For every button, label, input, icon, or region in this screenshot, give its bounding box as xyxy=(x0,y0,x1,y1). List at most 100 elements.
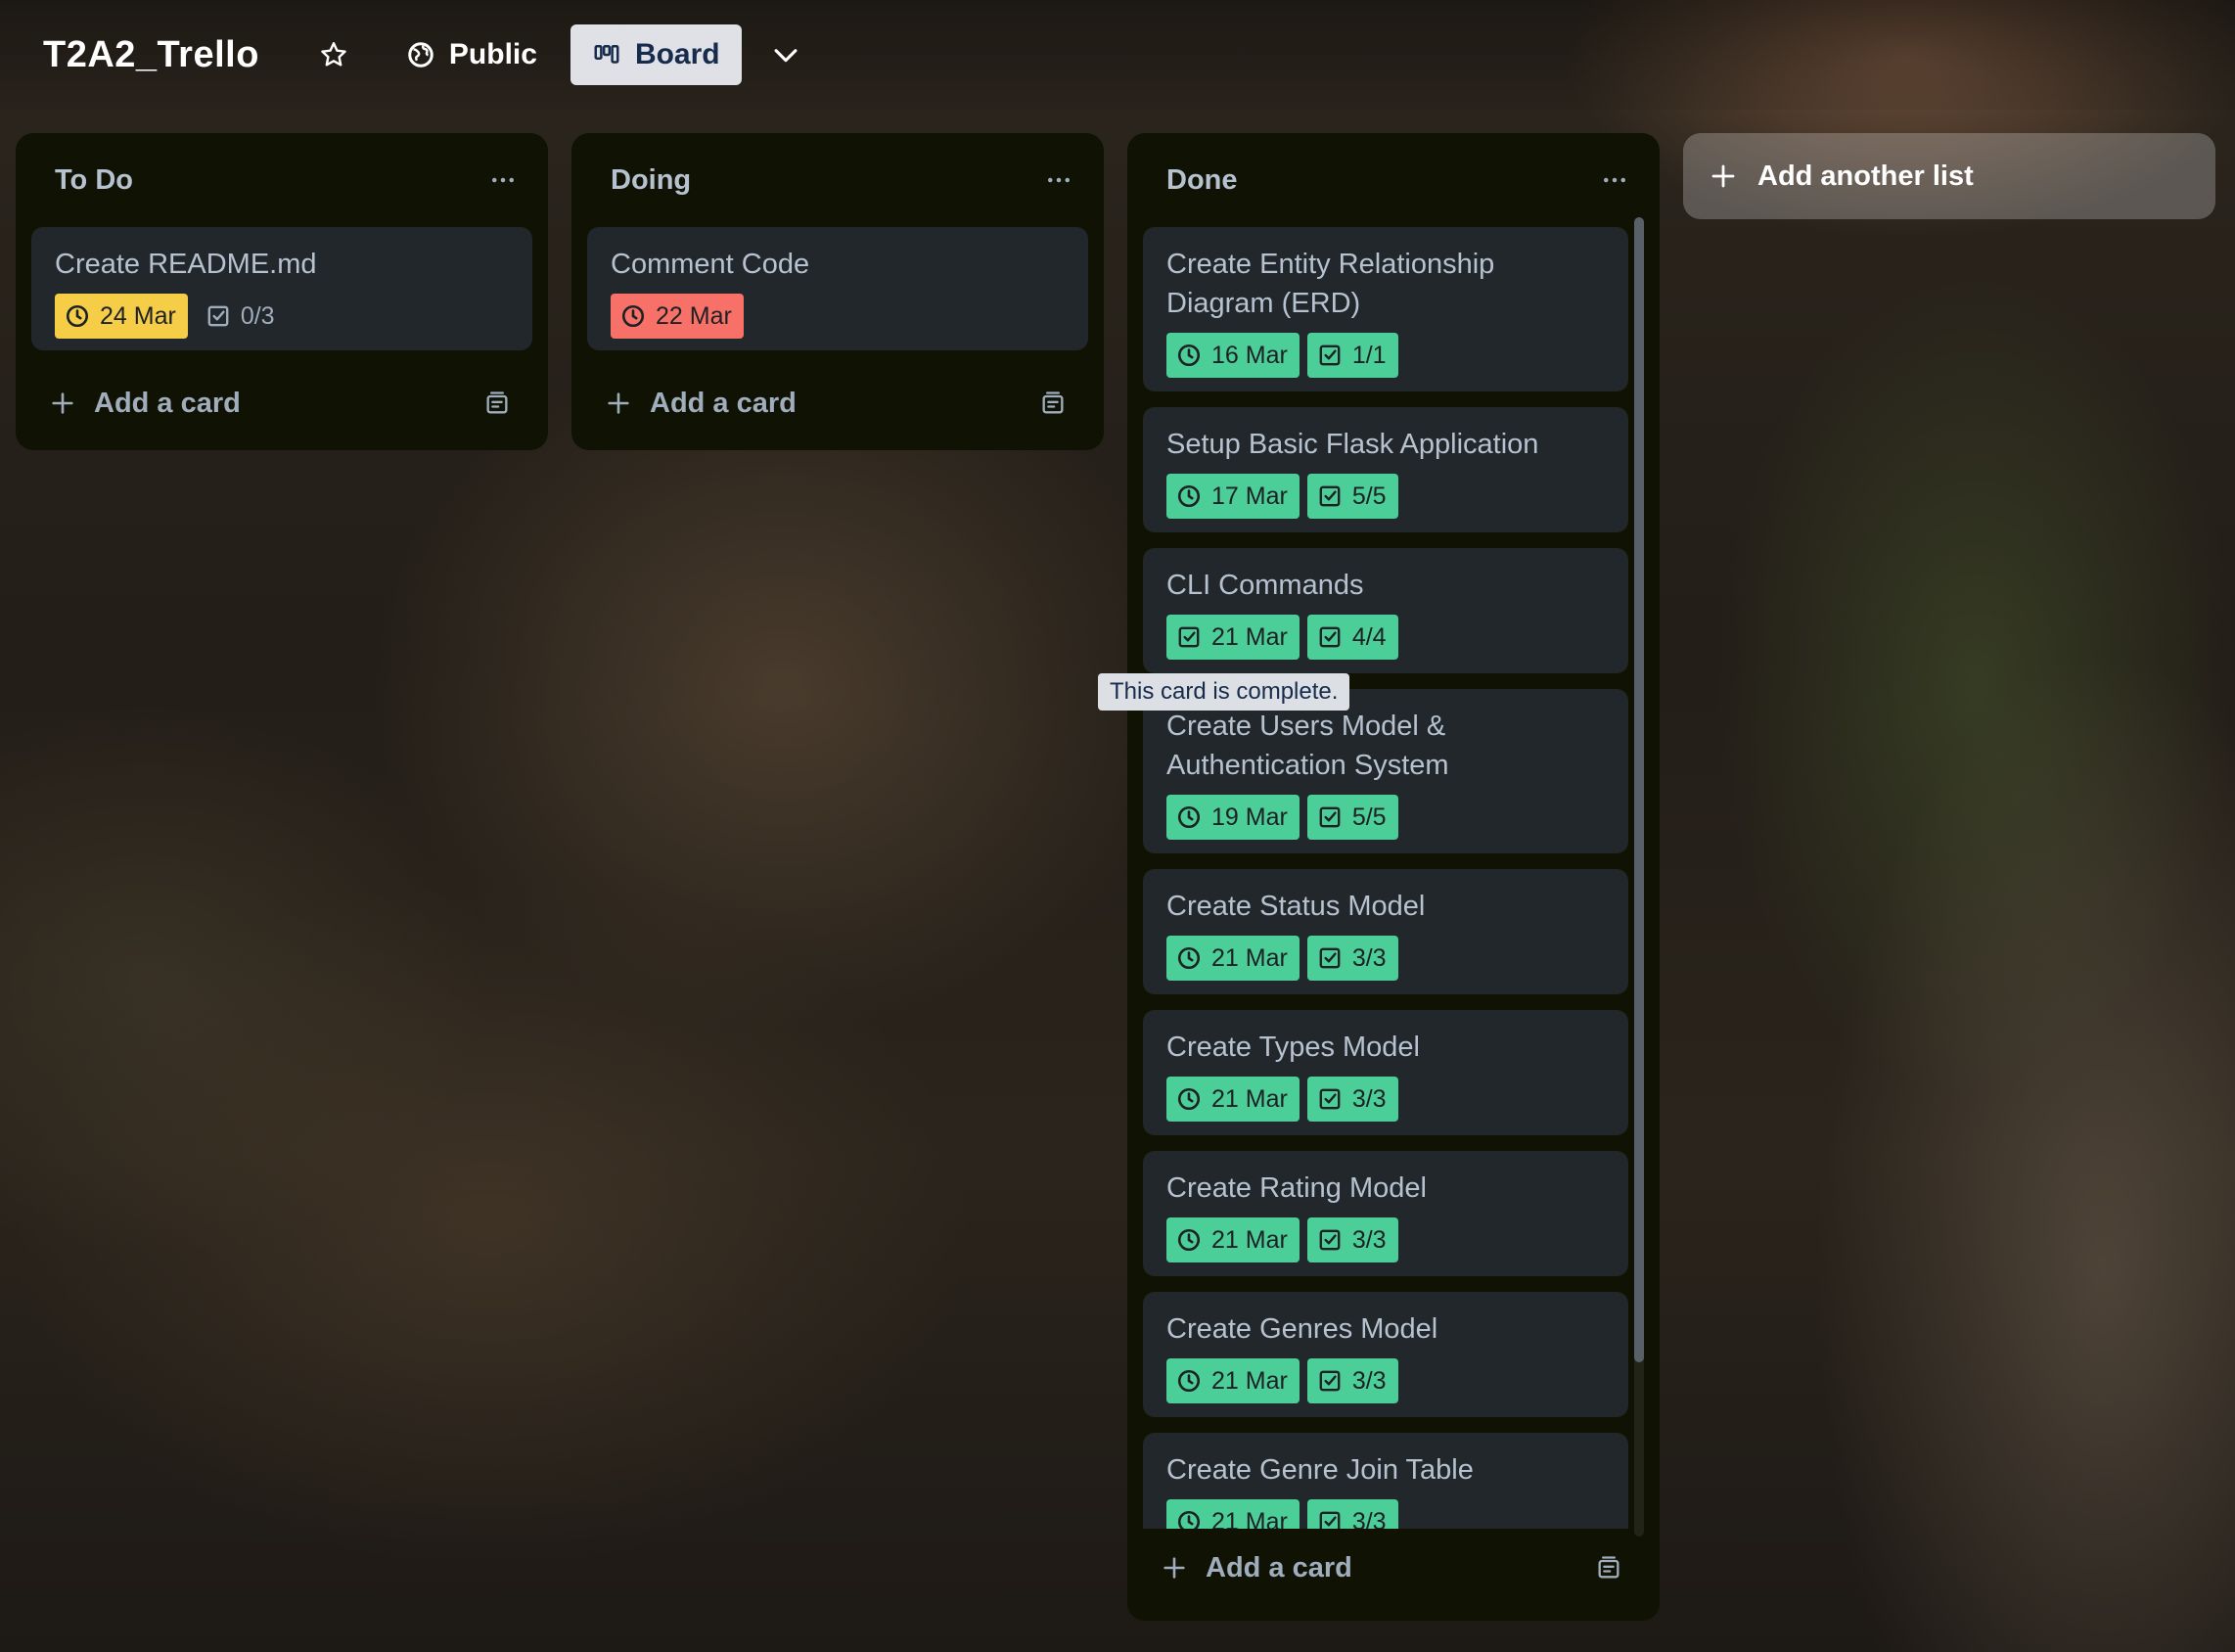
add-card-button[interactable]: Add a card xyxy=(49,388,241,420)
checklist-badge: 3/3 xyxy=(1306,1358,1398,1403)
list-actions-button[interactable] xyxy=(1591,157,1638,204)
chevron-down-icon xyxy=(774,49,798,63)
view-label: Board xyxy=(634,38,720,70)
card[interactable]: Create Genre Join Table 21 Mar 3/3 xyxy=(1143,1433,1628,1529)
card[interactable]: Create Users Model & Authentication Syst… xyxy=(1143,689,1628,853)
due-date-label: 21 Mar xyxy=(1211,622,1288,651)
tooltip: This card is complete. xyxy=(1098,673,1350,711)
create-from-template-button[interactable] xyxy=(1589,1548,1628,1587)
plus-icon xyxy=(1163,1557,1185,1579)
add-card-label: Add a card xyxy=(650,387,797,419)
checklist-icon xyxy=(1319,626,1341,648)
board-title[interactable]: T2A2_Trello xyxy=(43,34,259,76)
star-icon xyxy=(314,35,353,74)
checklist-icon xyxy=(1319,1511,1341,1529)
due-date-badge[interactable]: 24 Mar xyxy=(55,294,188,339)
due-date-label: 16 Mar xyxy=(1211,341,1288,369)
create-from-template-button[interactable] xyxy=(1033,384,1072,423)
list-actions-button[interactable] xyxy=(479,157,526,204)
create-from-template-button[interactable] xyxy=(478,384,517,423)
done-list-cards[interactable]: Create Entity Relationship Diagram (ERD)… xyxy=(1127,217,1636,1529)
checklist-count: 4/4 xyxy=(1351,622,1387,651)
card[interactable]: Create Entity Relationship Diagram (ERD)… xyxy=(1143,227,1628,391)
more-horizontal-icon xyxy=(492,177,514,183)
add-card-label: Add a card xyxy=(1206,1551,1352,1583)
plus-icon xyxy=(608,392,629,414)
clock-icon xyxy=(1177,1369,1201,1393)
checklist-count: 3/3 xyxy=(1351,1366,1387,1395)
due-date-badge[interactable]: 21 Mar xyxy=(1166,1358,1300,1403)
card[interactable]: Create Types Model 21 Mar 3/3 xyxy=(1143,1010,1628,1135)
view-switcher-dropdown[interactable] xyxy=(752,24,820,85)
add-list-label: Add another list xyxy=(1757,160,1974,192)
list-header: Doing xyxy=(571,133,1104,227)
done-list-scrollbar[interactable] xyxy=(1634,217,1644,1537)
due-date-badge[interactable]: 21 Mar xyxy=(1166,936,1300,981)
card-title: Create Genre Join Table xyxy=(1166,1454,1474,1486)
card-badges: 21 Mar 3/3 xyxy=(1166,1217,1607,1262)
card-badges: 16 Mar 1/1 xyxy=(1166,333,1607,378)
card-title: Create Rating Model xyxy=(1166,1172,1427,1204)
card[interactable]: Create Status Model 21 Mar 3/3 xyxy=(1143,869,1628,994)
checklist-badge: 0/3 xyxy=(196,294,287,339)
card[interactable]: Create Genres Model 21 Mar 3/3 xyxy=(1143,1292,1628,1417)
list-actions-button[interactable] xyxy=(1035,157,1082,204)
visibility-button[interactable]: Public xyxy=(385,24,559,85)
card[interactable]: CLI Commands 21 Mar 4/4 xyxy=(1143,548,1628,673)
globe-icon xyxy=(408,42,433,68)
due-date-label: 24 Mar xyxy=(100,301,176,330)
due-date-label: 21 Mar xyxy=(1211,943,1288,972)
card-title: Create Users Model & Authentication Syst… xyxy=(1166,711,1449,781)
clock-icon xyxy=(1177,1087,1201,1111)
card[interactable]: Create README.md 24 Mar 0/3 xyxy=(31,227,532,350)
add-card-button[interactable]: Add a card xyxy=(605,388,797,420)
card-title: Comment Code xyxy=(611,249,810,280)
more-horizontal-icon xyxy=(1604,177,1625,183)
card-template-icon xyxy=(1598,1556,1619,1579)
due-date-label: 21 Mar xyxy=(1211,1225,1288,1254)
card-badges: 19 Mar 5/5 xyxy=(1166,795,1607,840)
checklist-icon xyxy=(207,305,229,327)
clock-icon xyxy=(1177,946,1201,970)
due-date-badge[interactable]: 17 Mar xyxy=(1166,474,1300,519)
clock-icon xyxy=(1177,344,1201,367)
list-title[interactable]: Done xyxy=(1166,164,1238,197)
checklist-count: 5/5 xyxy=(1351,803,1387,831)
card-template-icon xyxy=(1042,391,1064,414)
checklist-badge: 3/3 xyxy=(1306,1077,1398,1122)
more-horizontal-icon xyxy=(1048,177,1070,183)
due-date-badge[interactable]: 21 Mar xyxy=(1166,615,1300,660)
checklist-count: 1/1 xyxy=(1351,341,1387,369)
due-date-badge[interactable]: 16 Mar xyxy=(1166,333,1300,378)
card-badges: 21 Mar 4/4 xyxy=(1166,615,1607,660)
complete-check-icon xyxy=(1178,626,1200,648)
card[interactable]: Setup Basic Flask Application 17 Mar 5/5 xyxy=(1143,407,1628,532)
due-date-badge[interactable]: 21 Mar xyxy=(1166,1499,1300,1529)
due-date-badge[interactable]: 21 Mar xyxy=(1166,1077,1300,1122)
card-title: Create Status Model xyxy=(1166,891,1426,922)
board-icon xyxy=(594,45,619,64)
scrollbar-thumb[interactable] xyxy=(1634,217,1644,1362)
checklist-badge: 3/3 xyxy=(1306,1217,1398,1262)
add-card-button[interactable]: Add a card xyxy=(1161,1552,1352,1584)
add-list-button[interactable]: Add another list xyxy=(1683,133,2215,219)
view-switcher-board[interactable]: Board xyxy=(570,24,742,85)
card[interactable]: Comment Code 22 Mar xyxy=(587,227,1088,350)
checklist-count: 3/3 xyxy=(1351,943,1387,972)
due-date-badge[interactable]: 19 Mar xyxy=(1166,795,1300,840)
checklist-icon xyxy=(1319,1370,1341,1392)
due-date-label: 22 Mar xyxy=(656,301,732,330)
star-button[interactable] xyxy=(298,24,369,85)
checklist-badge: 1/1 xyxy=(1306,333,1398,378)
add-card-row: Add a card xyxy=(1143,1537,1644,1599)
due-date-label: 21 Mar xyxy=(1211,1507,1288,1530)
checklist-badge: 4/4 xyxy=(1306,615,1398,660)
checklist-icon xyxy=(1319,344,1341,366)
list-title[interactable]: To Do xyxy=(55,164,133,197)
due-date-badge[interactable]: 21 Mar xyxy=(1166,1217,1300,1262)
due-date-badge[interactable]: 22 Mar xyxy=(611,294,744,339)
list-title[interactable]: Doing xyxy=(611,164,691,197)
checklist-icon xyxy=(1319,806,1341,828)
card[interactable]: Create Rating Model 21 Mar 3/3 xyxy=(1143,1151,1628,1276)
card-title: Create Genres Model xyxy=(1166,1313,1438,1345)
